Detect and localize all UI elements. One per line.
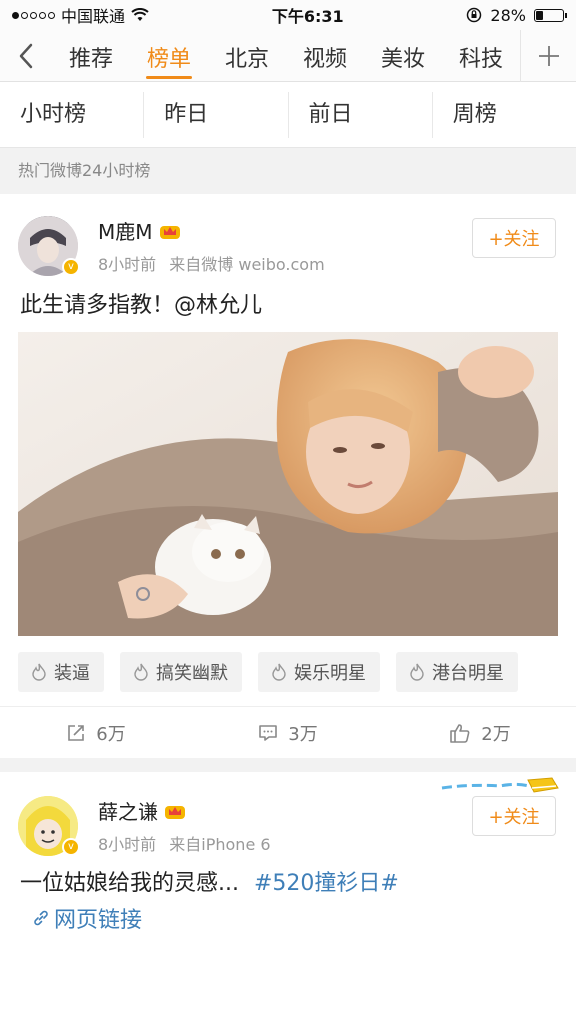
channel-tabs: 推荐 榜单 北京 视频 美妆 科技 [52,31,520,81]
add-channel-button[interactable] [520,29,576,82]
signal-strength-icon [12,11,55,19]
card-divider [0,758,576,772]
like-button[interactable]: 2万 [384,720,576,746]
post-image[interactable] [18,332,558,636]
follow-button[interactable]: +关注 [472,796,556,836]
post-source: 来自微博 weibo.com [169,255,325,274]
post-time: 8小时前 [98,255,157,274]
like-count: 2万 [481,723,511,745]
top-navigation: 推荐 榜单 北京 视频 美妆 科技 [0,29,576,82]
tab-beijing[interactable]: 北京 [208,31,286,81]
topic-tag[interactable]: 港台明星 [396,652,518,692]
repost-icon [68,724,85,741]
flame-icon [272,663,286,681]
post-card[interactable]: v 薛之谦 8小时前 来自iPhone 6 +关注 一位姑娘给我的灵感... #… [0,772,576,1024]
post-text: 此生请多指教！@林允儿 [20,293,263,318]
topic-tag[interactable]: 装逼 [18,652,104,692]
chevron-left-icon [19,43,33,68]
subtab-day-before[interactable]: 前日 [289,91,433,138]
repost-button[interactable]: 6万 [0,720,192,746]
tab-recommend[interactable]: 推荐 [52,31,130,81]
tab-beauty[interactable]: 美妆 [364,31,442,81]
tab-tech[interactable]: 科技 [442,31,520,81]
back-button[interactable] [0,30,52,82]
section-title: 热门微博24小时榜 [0,148,576,194]
post-body: 一位姑娘给我的灵感... [20,871,239,896]
orientation-lock-icon [467,7,482,23]
vip-crown-icon[interactable] [164,802,186,820]
repost-count: 6万 [96,723,126,745]
vip-crown-icon[interactable] [159,222,181,240]
topic-label: 港台明星 [432,663,504,684]
topic-tag[interactable]: 搞笑幽默 [120,652,242,692]
verified-badge-icon: v [62,838,80,856]
username[interactable]: M鹿M [98,216,153,245]
link-icon [34,910,48,926]
plus-icon [538,45,559,66]
topic-label: 娱乐明星 [294,663,366,684]
clock: 下午6:31 [271,7,344,26]
web-link[interactable]: 网页链接 [0,900,576,934]
post-card[interactable]: v M鹿M 8小时前 来自微博 weibo.com +关注 此生请多指教！@林允… [0,194,576,758]
status-bar: 中国联通 下午6:31 28% [0,0,576,30]
flame-icon [410,663,424,681]
comment-icon [259,724,278,741]
post-source: 来自iPhone 6 [169,835,271,854]
post-actions: 6万 3万 2万 [0,706,576,758]
post-text: 一位姑娘给我的灵感... #520撞衫日# [0,856,576,900]
avatar[interactable]: v [18,216,80,276]
hashtag-link[interactable]: #520撞衫日# [254,871,399,896]
topic-label: 搞笑幽默 [156,663,228,684]
follow-button[interactable]: +关注 [472,218,556,258]
comment-button[interactable]: 3万 [192,720,384,746]
post-photo [18,332,558,636]
topic-tag[interactable]: 娱乐明星 [258,652,380,692]
username[interactable]: 薛之谦 [98,796,158,825]
carrier-name: 中国联通 [61,7,126,26]
battery-percent: 28% [490,5,526,25]
wifi-icon [131,8,149,21]
subtab-weekly[interactable]: 周榜 [433,92,576,138]
subtab-hourly[interactable]: 小时榜 [0,91,145,138]
avatar[interactable]: v [18,796,80,856]
battery-icon [533,8,567,22]
flame-icon [134,663,148,681]
topic-label: 装逼 [54,663,90,684]
web-link-label: 网页链接 [54,908,143,933]
ranking-period-tabs: 小时榜 昨日 前日 周榜 [0,82,576,148]
post-time: 8小时前 [98,835,157,854]
tab-video[interactable]: 视频 [286,31,364,81]
tab-rankings[interactable]: 榜单 [130,31,208,81]
comment-count: 3万 [288,723,318,745]
topic-tags: 装逼 搞笑幽默 娱乐明星 港台明星 [0,636,576,706]
thumbs-up-icon [450,723,470,743]
subtab-yesterday[interactable]: 昨日 [144,91,289,138]
verified-badge-icon: v [62,258,80,276]
flame-icon [32,663,46,681]
